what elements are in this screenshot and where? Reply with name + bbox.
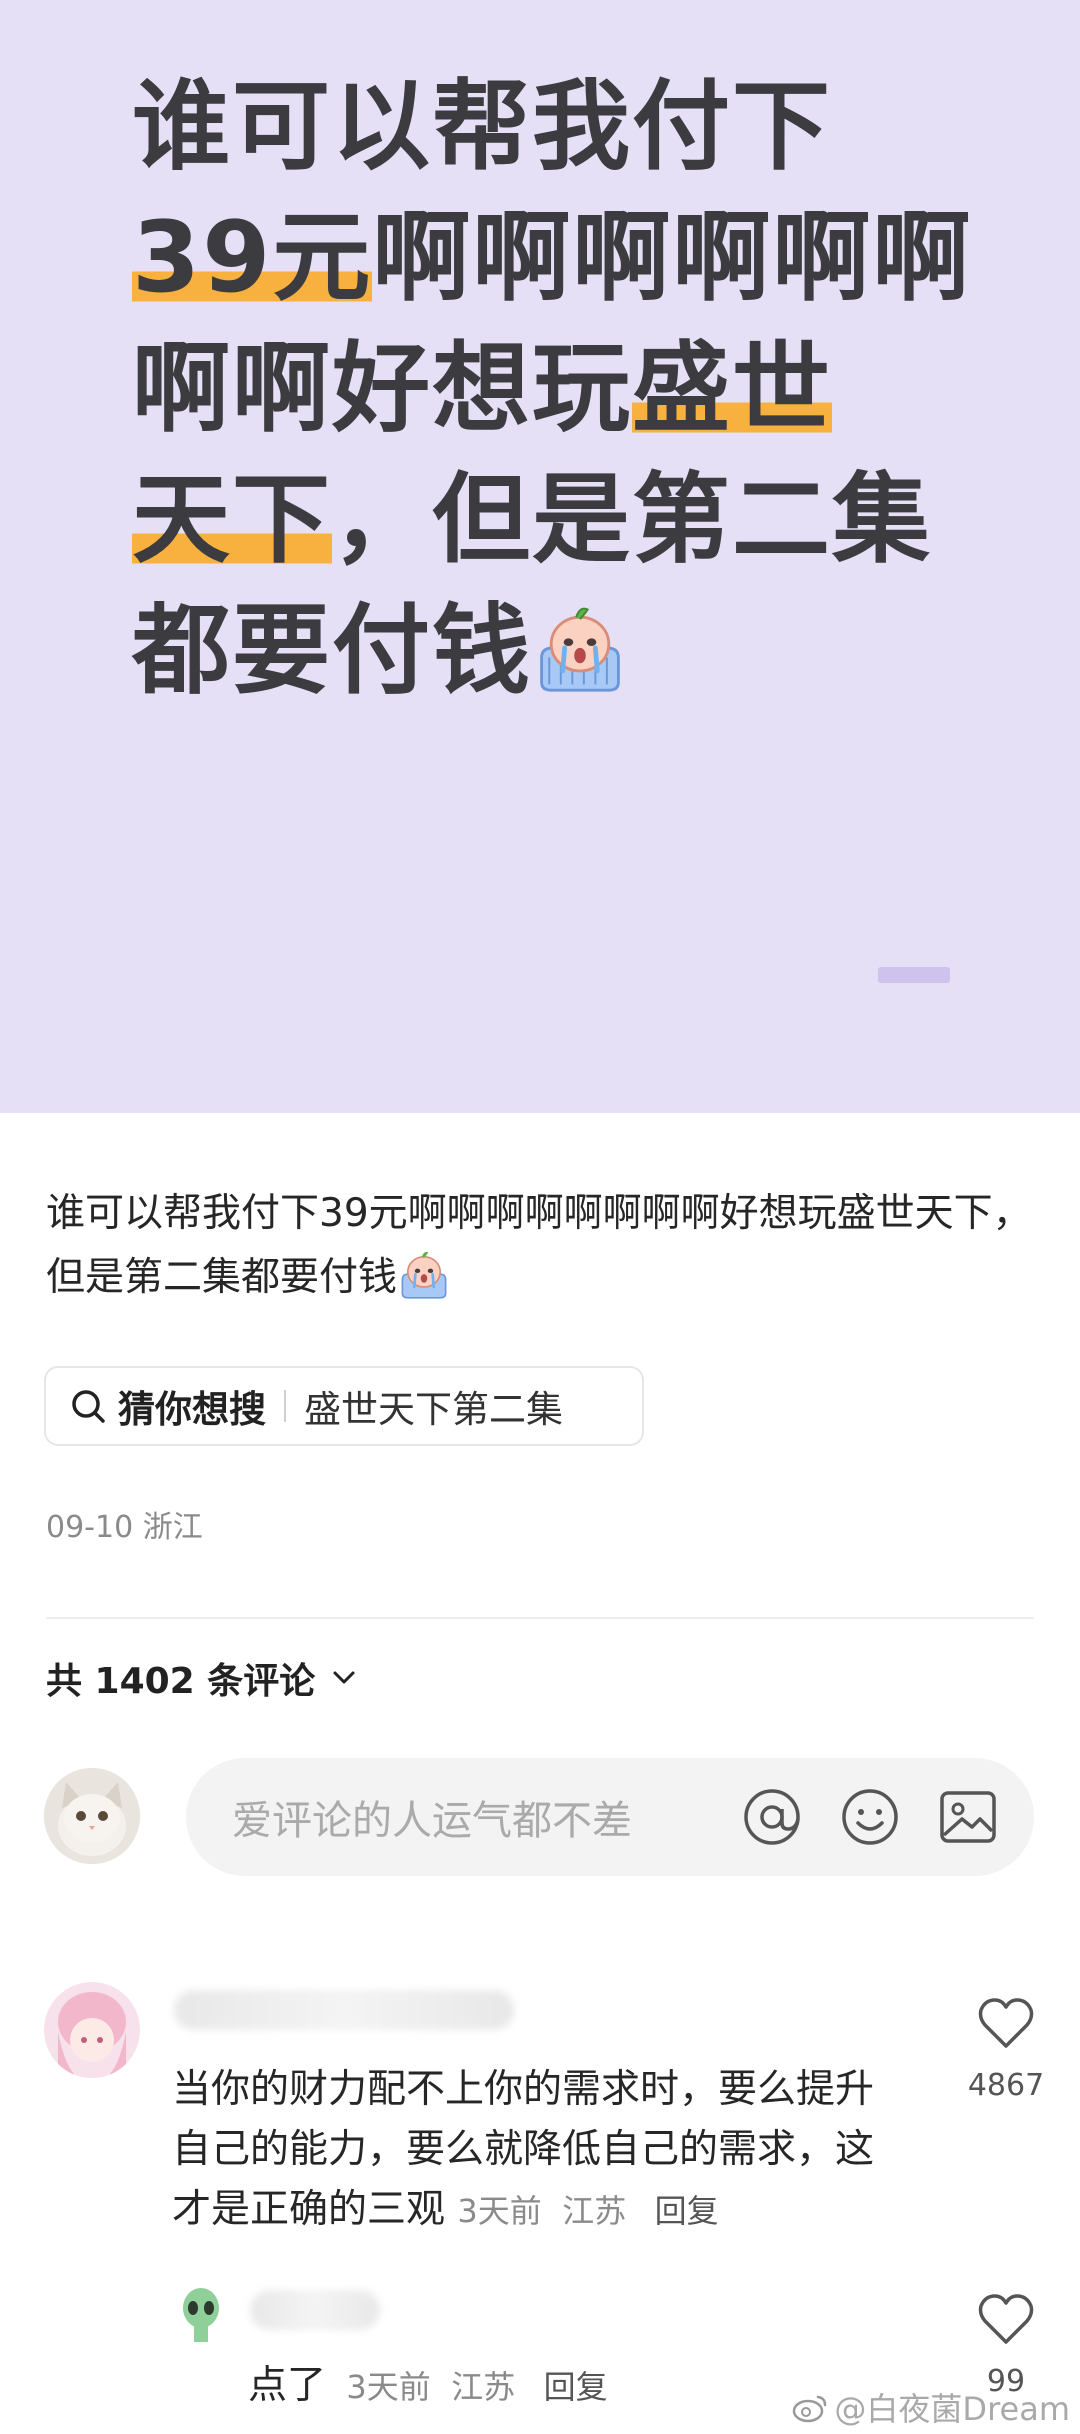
hero-line-1: 谁可以帮我付下 [132, 70, 833, 184]
hero-line-2-rest: 啊啊啊啊啊啊 [372, 201, 973, 315]
hero-line-4: 天下，但是第二集 [132, 455, 992, 586]
commenter-avatar[interactable] [44, 1982, 140, 2078]
comment-input[interactable]: 爱评论的人运气都不差 [186, 1758, 1034, 1876]
hero-highlight-title-2: 天下 [132, 463, 333, 577]
search-suggestion-chip[interactable]: 猜你想搜 盛世天下第二集 [44, 1366, 644, 1446]
post-image-card[interactable]: 谁可以帮我付下 39元啊啊啊啊啊啊 啊啊好想玩盛世 天下，但是第二集 都要付钱 [0, 0, 1080, 1113]
post-page: 谁可以帮我付下 39元啊啊啊啊啊啊 啊啊好想玩盛世 天下，但是第二集 都要付钱 … [0, 0, 1080, 2434]
crying-emoji-icon [540, 607, 620, 692]
image-page-indicator [878, 967, 950, 983]
comment-count-sort[interactable]: 共 1402 条评论 [46, 1652, 359, 1704]
comment-input-placeholder: 爱评论的人运气都不差 [232, 1798, 632, 1844]
comment-count-label: 共 1402 条评论 [46, 1661, 316, 1702]
alien-avatar-icon [170, 2282, 232, 2344]
section-divider [46, 1617, 1034, 1619]
comment-time: 3天前 [457, 2192, 542, 2230]
weibo-logo-icon [793, 2395, 827, 2423]
comment-body: 当你的财力配不上你的需求时，要么提升自己的能力，要么就降低自己的需求，这才是正确… [172, 2060, 912, 2241]
post-body-text: 谁可以帮我付下39元啊啊啊啊啊啊啊啊好想玩盛世天下，但是第二集都要付钱 [46, 1191, 1032, 1300]
reply-button[interactable]: 回复 [544, 2368, 608, 2406]
commenter-avatar[interactable] [170, 2282, 232, 2344]
search-icon [72, 1390, 105, 1423]
watermark-text: @白夜菌Dream [834, 2390, 1070, 2428]
chip-divider [284, 1390, 286, 1422]
watermark: @白夜菌Dream [792, 2384, 1070, 2430]
hero-highlight-title-1: 盛世 [632, 332, 833, 446]
post-date-location: 09-10 浙江 [46, 1510, 203, 1545]
hero-text: 谁可以帮我付下 39元啊啊啊啊啊啊 啊啊好想玩盛世 天下，但是第二集 都要付钱 [132, 62, 992, 717]
anime-avatar-icon [44, 1982, 140, 2078]
search-chip-query: 盛世天下第二集 [304, 1388, 563, 1431]
commenter-name-blurred[interactable] [250, 2290, 380, 2330]
chevron-down-icon [333, 1671, 355, 1684]
crying-emoji-icon [401, 1251, 447, 1299]
hero-line-4-rest: ，但是第二集 [332, 463, 933, 577]
emoji-icon[interactable] [838, 1785, 902, 1849]
hero-line-5: 都要付钱 [132, 586, 992, 717]
commenter-name-blurred[interactable] [174, 1990, 514, 2030]
at-mention-icon[interactable] [740, 1785, 804, 1849]
reply-button[interactable]: 回复 [655, 2192, 719, 2230]
like-count: 4867 [967, 2068, 1045, 2103]
hero-highlight-price: 39元 [132, 201, 373, 315]
cat-avatar-icon [44, 1768, 140, 1864]
user-avatar[interactable] [44, 1768, 140, 1864]
heart-icon [978, 2294, 1034, 2344]
heart-icon [978, 1998, 1034, 2048]
like-button[interactable]: 4867 [946, 1996, 1066, 2103]
hero-line-3: 啊啊好想玩盛世 [132, 324, 992, 455]
search-chip-label: 猜你想搜 [118, 1388, 266, 1431]
comment-location: 江苏 [562, 2192, 627, 2230]
comment-location: 江苏 [451, 2368, 516, 2406]
hero-line-3-rest: 啊啊好想玩 [132, 332, 633, 446]
comment-time: 3天前 [346, 2368, 431, 2406]
comment-text: 点了 [248, 2363, 327, 2408]
post-body: 谁可以帮我付下39元啊啊啊啊啊啊啊啊好想玩盛世天下，但是第二集都要付钱 [46, 1182, 1036, 1310]
like-button[interactable]: 99 [946, 2292, 1066, 2399]
hero-line-5-text: 都要付钱 [132, 594, 533, 708]
image-upload-icon[interactable] [936, 1785, 1000, 1849]
hero-line-2: 39元啊啊啊啊啊啊 [132, 193, 992, 324]
